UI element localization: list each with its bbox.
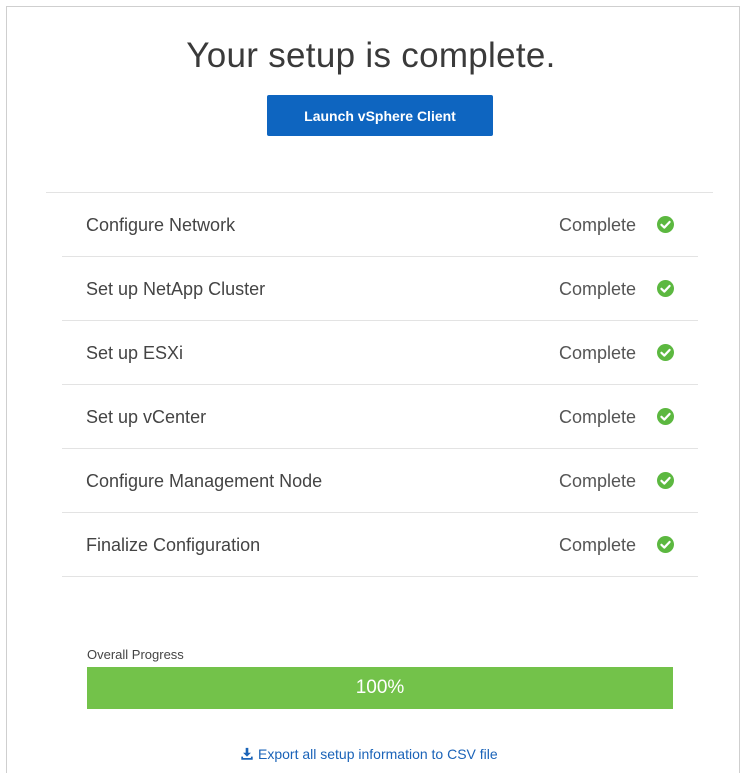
export-csv-label: Export all setup information to CSV file [258,746,498,762]
step-label: Set up NetApp Cluster [86,279,266,299]
launch-vsphere-client-button[interactable]: Launch vSphere Client [267,95,493,136]
step-row: Finalize Configuration Complete [62,513,698,577]
check-circle-icon [657,280,674,297]
check-circle-icon [657,408,674,425]
step-row: Configure Management Node Complete [62,449,698,513]
step-status: Complete [558,407,636,427]
step-row: Set up vCenter Complete [62,385,698,449]
step-row: Set up NetApp Cluster Complete [62,257,698,321]
step-label: Set up vCenter [86,407,207,427]
step-row: Set up ESXi Complete [62,321,698,385]
overall-progress-label: Overall Progress [87,647,184,662]
check-circle-icon [657,472,674,489]
step-label: Configure Network [86,215,236,235]
step-status: Complete [558,215,636,235]
step-status: Complete [558,343,636,363]
step-row: Configure Network Complete [62,193,698,257]
setup-steps-list: Configure Network Complete Set up NetApp… [62,193,698,577]
step-status: Complete [558,279,636,299]
step-status: Complete [558,471,636,491]
step-label: Finalize Configuration [86,535,261,555]
check-circle-icon [657,344,674,361]
progress-value: 100% [355,677,405,698]
step-label: Configure Management Node [86,471,323,491]
step-status: Complete [558,535,636,555]
page-title: Your setup is complete. [186,36,556,75]
overall-progress-bar: 100% [87,667,673,709]
export-csv-link[interactable]: Export all setup information to CSV file [240,745,498,763]
download-icon [241,747,253,760]
check-circle-icon [657,536,674,553]
check-circle-icon [657,216,674,233]
step-label: Set up ESXi [86,343,184,363]
